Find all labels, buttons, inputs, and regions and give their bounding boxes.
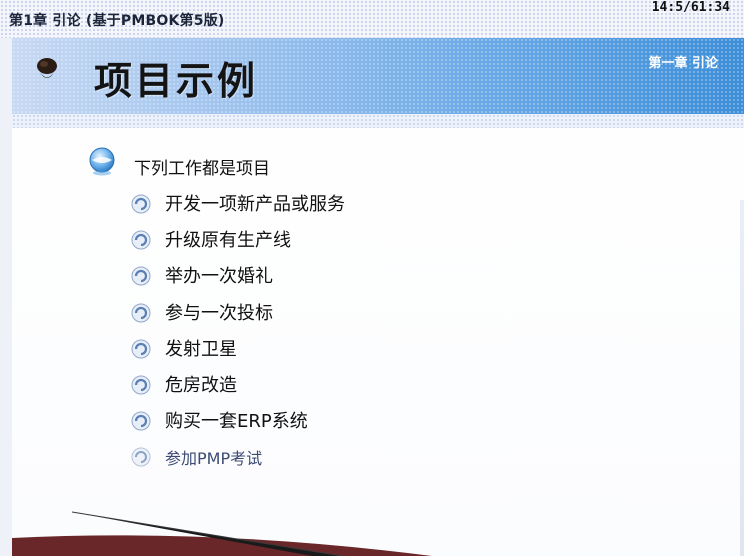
list-item-label: 开发一项新产品或服务 [165, 194, 345, 215]
swirl-bullet-icon [131, 339, 151, 359]
list-item-label: 发射卫星 [165, 339, 237, 360]
list-item-label: 升级原有生产线 [165, 230, 291, 251]
document-title: 第1章 引论 (基于PMBOK第5版) [9, 13, 225, 29]
swirl-bullet-icon [131, 194, 151, 214]
slide: 项目示例 第一章 引论 下列工作都是项目 开发一项新产品或服务 升级原有生产线 [12, 38, 744, 556]
swirl-bullet-icon [131, 230, 151, 250]
swirl-bullet-icon [131, 303, 151, 323]
globe-bullet-icon [89, 147, 115, 176]
list-item-label: 参加PMP考试 [165, 449, 263, 468]
main-point: 下列工作都是项目 [134, 159, 270, 179]
list-item-label: 危房改造 [165, 375, 237, 396]
swirl-bullet-icon [131, 447, 151, 467]
chapter-label: 第一章 引论 [648, 56, 718, 71]
swirl-bullet-icon [131, 375, 151, 395]
list-item-label: 参与一次投标 [165, 303, 273, 324]
top-bar: 第1章 引论 (基于PMBOK第5版) 14:5/61:34 [0, 0, 744, 38]
swirl-bullet-icon [131, 411, 151, 431]
title-bullet-icon [37, 58, 57, 78]
list-item-label: 举办一次婚礼 [165, 266, 273, 287]
slide-title: 项目示例 [94, 59, 259, 103]
list-item-label: 购买一套ERP系统 [165, 411, 308, 432]
playback-timer: 14:5/61:34 [651, 0, 730, 15]
decorative-swoosh [12, 511, 432, 556]
swirl-bullet-icon [131, 266, 151, 286]
